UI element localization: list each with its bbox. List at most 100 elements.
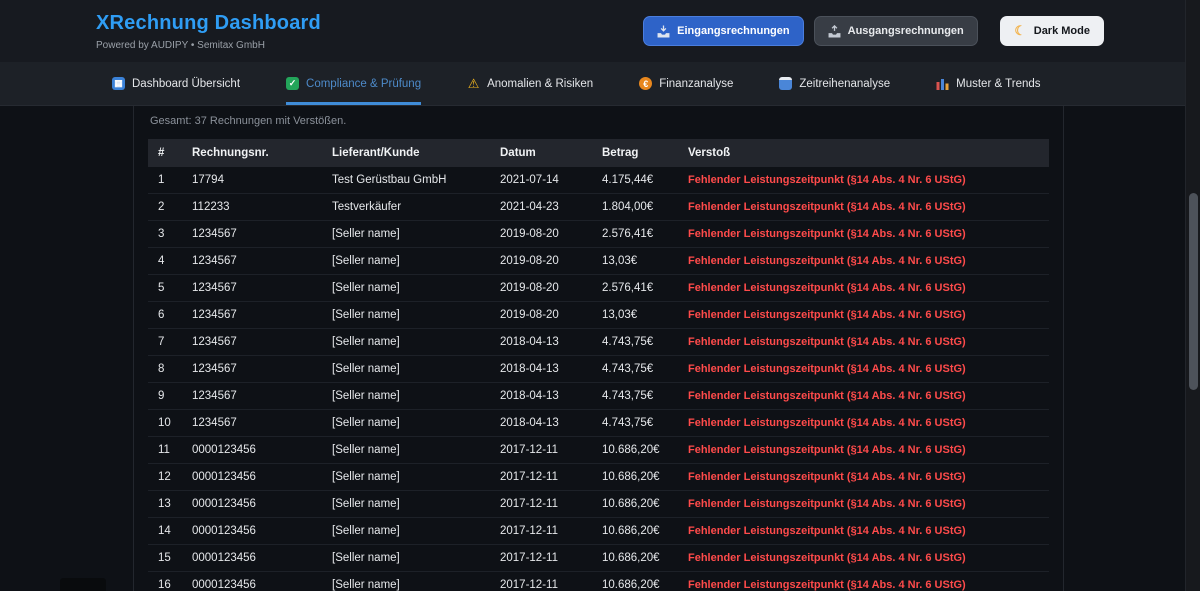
check-icon: ✓ — [286, 77, 299, 90]
invoice-number: 1234567 — [182, 302, 322, 329]
main-content: Gesamt: 37 Rechnungen mit Verstößen. #Re… — [133, 106, 1064, 591]
invoice-number: 17794 — [182, 167, 322, 194]
row-index: 11 — [148, 437, 182, 464]
summary-text: Gesamt: 37 Rechnungen mit Verstößen. — [150, 115, 1049, 127]
amount: 10.686,20€ — [592, 464, 678, 491]
party-name: [Seller name] — [322, 464, 490, 491]
tab-label: Zeitreihenanalyse — [799, 78, 890, 90]
party-name: [Seller name] — [322, 572, 490, 591]
tab-muster-trends[interactable]: Muster & Trends — [936, 62, 1040, 105]
invoice-date: 2021-07-14 — [490, 167, 592, 194]
row-index: 8 — [148, 356, 182, 383]
tab-zeitreihenanalyse[interactable]: Zeitreihenanalyse — [779, 62, 890, 105]
row-index: 4 — [148, 248, 182, 275]
table-row: 61234567[Seller name]2019-08-2013,03€Feh… — [148, 302, 1049, 329]
amount: 4.175,44€ — [592, 167, 678, 194]
row-index: 2 — [148, 194, 182, 221]
table-row: 160000123456[Seller name]2017-12-1110.68… — [148, 572, 1049, 591]
header-button-eingangsrechnungen[interactable]: Eingangsrechnungen — [643, 16, 803, 46]
violation-text: Fehlender Leistungszeitpunkt (§14 Abs. 4… — [678, 545, 1049, 572]
amount: 13,03€ — [592, 302, 678, 329]
violation-text: Fehlender Leistungszeitpunkt (§14 Abs. 4… — [678, 221, 1049, 248]
invoice-date: 2018-04-13 — [490, 329, 592, 356]
button-label: Eingangsrechnungen — [677, 25, 789, 37]
amount: 10.686,20€ — [592, 491, 678, 518]
violation-text: Fehlender Leistungszeitpunkt (§14 Abs. 4… — [678, 356, 1049, 383]
invoice-number: 0000123456 — [182, 491, 322, 518]
invoice-date: 2019-08-20 — [490, 248, 592, 275]
amount: 4.743,75€ — [592, 383, 678, 410]
party-name: [Seller name] — [322, 356, 490, 383]
invoice-number: 0000123456 — [182, 572, 322, 591]
violations-table: #Rechnungsnr.Lieferant/KundeDatumBetragV… — [148, 139, 1049, 591]
row-index: 1 — [148, 167, 182, 194]
violation-text: Fehlender Leistungszeitpunkt (§14 Abs. 4… — [678, 572, 1049, 591]
violation-text: Fehlender Leistungszeitpunkt (§14 Abs. 4… — [678, 437, 1049, 464]
table-row: 81234567[Seller name]2018-04-134.743,75€… — [148, 356, 1049, 383]
table-body: 117794Test Gerüstbau GmbH2021-07-144.175… — [148, 167, 1049, 591]
invoice-date: 2017-12-11 — [490, 464, 592, 491]
header-button-dark-mode[interactable]: ☾Dark Mode — [1000, 16, 1104, 46]
invoice-number: 0000123456 — [182, 545, 322, 572]
amount: 13,03€ — [592, 248, 678, 275]
party-name: [Seller name] — [322, 221, 490, 248]
column-header-: # — [148, 139, 182, 167]
header-button-ausgangsrechnungen[interactable]: Ausgangsrechnungen — [814, 16, 978, 46]
invoice-number: 1234567 — [182, 275, 322, 302]
amount: 10.686,20€ — [592, 518, 678, 545]
invoice-number: 0000123456 — [182, 437, 322, 464]
tab-label: Compliance & Prüfung — [306, 78, 421, 90]
invoice-date: 2021-04-23 — [490, 194, 592, 221]
table-row: 130000123456[Seller name]2017-12-1110.68… — [148, 491, 1049, 518]
party-name: [Seller name] — [322, 383, 490, 410]
button-label: Ausgangsrechnungen — [848, 25, 964, 37]
tab-bar: ▦Dashboard Übersicht ✓ Compliance & Prüfun… — [0, 62, 1200, 106]
party-name: Testverkäufer — [322, 194, 490, 221]
page-scrollbar-track[interactable] — [1185, 0, 1200, 591]
branding: XRechnung Dashboard Powered by AUDIPY • … — [96, 12, 321, 51]
column-header-betrag: Betrag — [592, 139, 678, 167]
invoice-number: 0000123456 — [182, 518, 322, 545]
party-name: Test Gerüstbau GmbH — [322, 167, 490, 194]
invoice-number: 1234567 — [182, 383, 322, 410]
invoice-date: 2019-08-20 — [490, 302, 592, 329]
row-index: 5 — [148, 275, 182, 302]
column-header-rechnungsnr: Rechnungsnr. — [182, 139, 322, 167]
violation-text: Fehlender Leistungszeitpunkt (§14 Abs. 4… — [678, 518, 1049, 545]
row-index: 7 — [148, 329, 182, 356]
violation-text: Fehlender Leistungszeitpunkt (§14 Abs. 4… — [678, 329, 1049, 356]
page-scrollbar-thumb[interactable] — [1189, 193, 1198, 390]
calendar-icon — [779, 77, 792, 90]
amount: 2.576,41€ — [592, 221, 678, 248]
violation-text: Fehlender Leistungszeitpunkt (§14 Abs. 4… — [678, 410, 1049, 437]
tab-anomalien-risiken[interactable]: ⚠Anomalien & Risiken — [467, 62, 593, 105]
violation-text: Fehlender Leistungszeitpunkt (§14 Abs. 4… — [678, 464, 1049, 491]
outbox-icon — [828, 25, 841, 38]
row-index: 14 — [148, 518, 182, 545]
amount: 10.686,20€ — [592, 572, 678, 591]
tab-label: Anomalien & Risiken — [487, 78, 593, 90]
column-header-datum: Datum — [490, 139, 592, 167]
invoice-date: 2017-12-11 — [490, 572, 592, 591]
violation-text: Fehlender Leistungszeitpunkt (§14 Abs. 4… — [678, 302, 1049, 329]
row-index: 15 — [148, 545, 182, 572]
table-row: 110000123456[Seller name]2017-12-1110.68… — [148, 437, 1049, 464]
invoice-date: 2019-08-20 — [490, 275, 592, 302]
party-name: [Seller name] — [322, 302, 490, 329]
table-row: 71234567[Seller name]2018-04-134.743,75€… — [148, 329, 1049, 356]
tab-dashboard-übersicht[interactable]: ▦Dashboard Übersicht — [112, 62, 240, 105]
amount: 4.743,75€ — [592, 356, 678, 383]
amount: 4.743,75€ — [592, 410, 678, 437]
tab-compliance-prüfung[interactable]: ✓ Compliance & Prüfung — [286, 62, 421, 105]
row-index: 13 — [148, 491, 182, 518]
invoice-date: 2018-04-13 — [490, 356, 592, 383]
violation-text: Fehlender Leistungszeitpunkt (§14 Abs. 4… — [678, 248, 1049, 275]
table-row: 91234567[Seller name]2018-04-134.743,75€… — [148, 383, 1049, 410]
party-name: [Seller name] — [322, 329, 490, 356]
app-subtitle: Powered by AUDIPY • Semitax GmbH — [96, 40, 321, 51]
party-name: [Seller name] — [322, 248, 490, 275]
tab-finanzanalyse[interactable]: €Finanzanalyse — [639, 62, 733, 105]
tab-label: Dashboard Übersicht — [132, 78, 240, 90]
money-icon: € — [639, 77, 652, 90]
row-index: 9 — [148, 383, 182, 410]
